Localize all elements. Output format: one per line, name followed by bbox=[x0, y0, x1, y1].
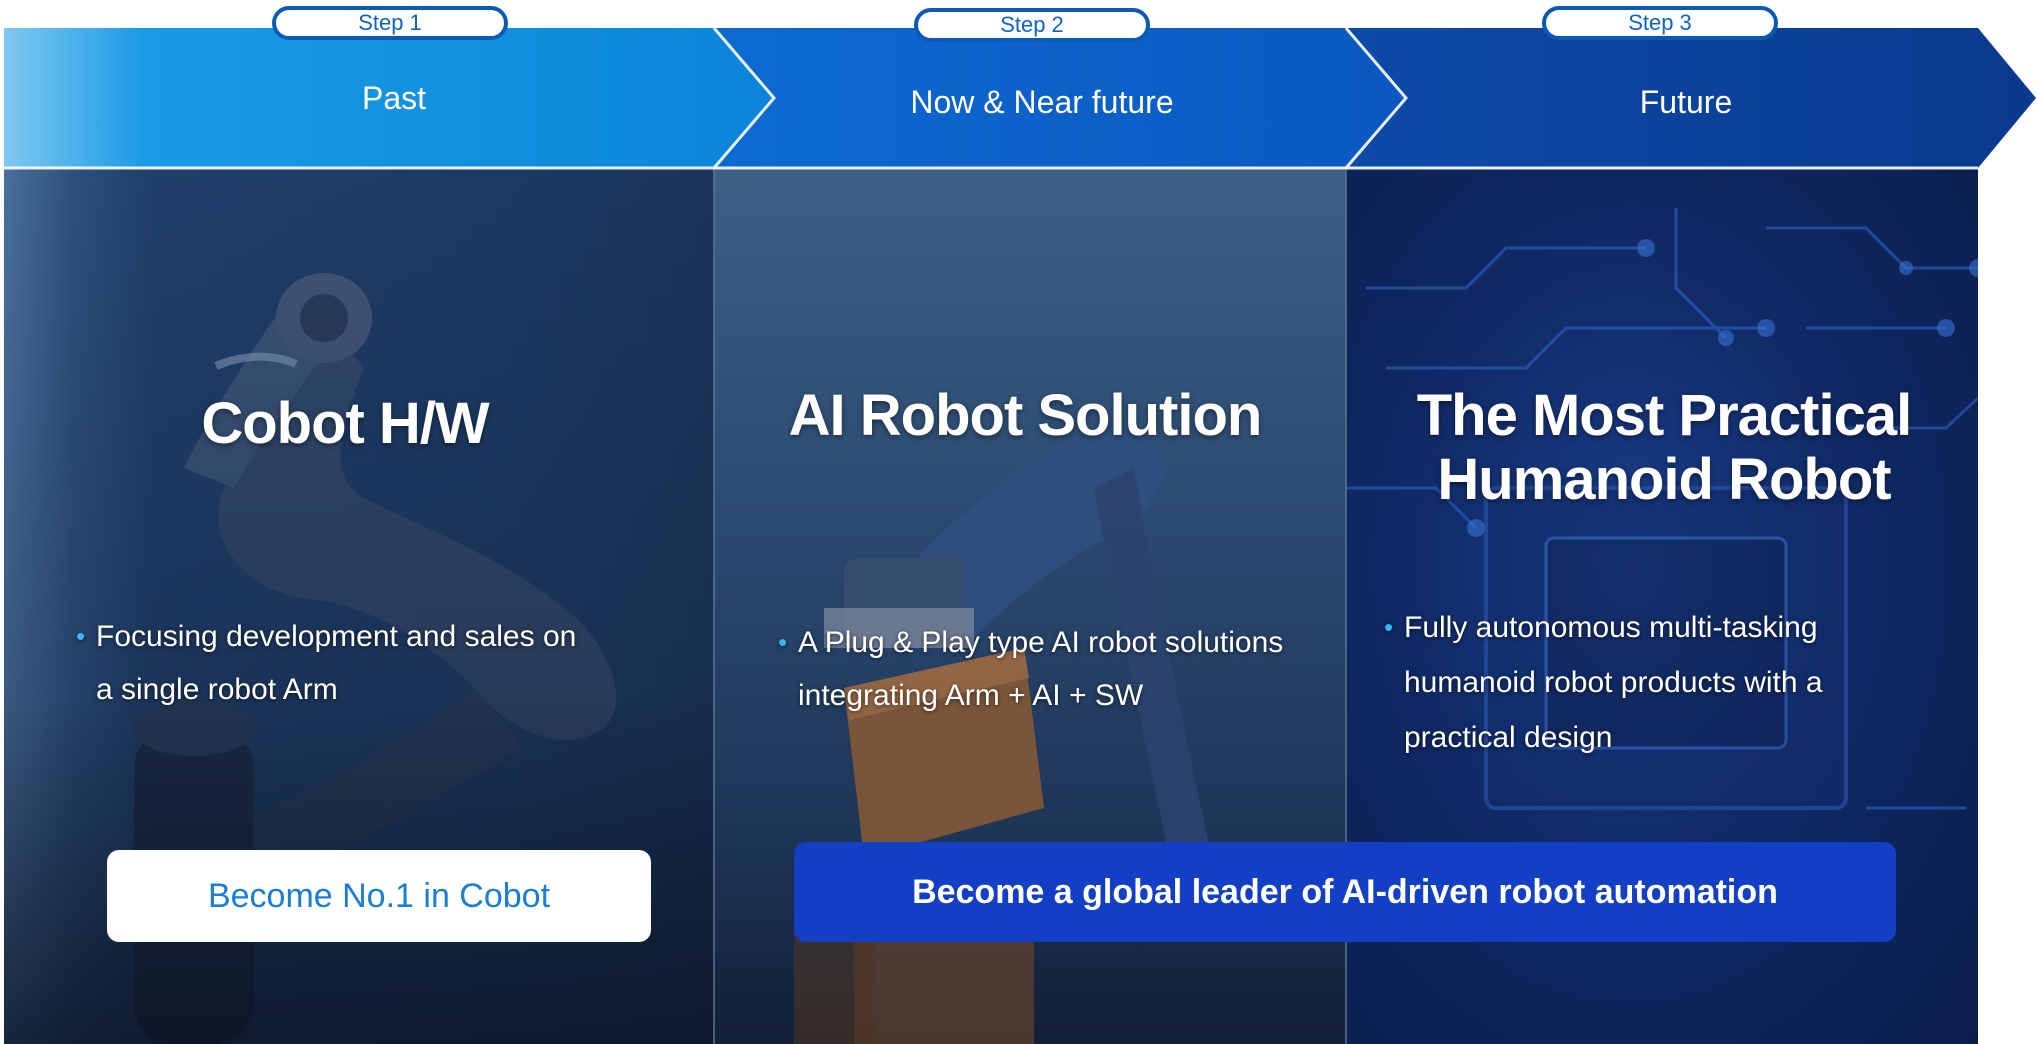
panel-1-bullet-line-1: Focusing development and sales on bbox=[96, 620, 577, 653]
step-3-period: Future bbox=[1639, 84, 1733, 120]
panel-1-bullet: • Focusing development and sales on a si… bbox=[76, 610, 676, 716]
panel-3-title-line-2: Humanoid Robot bbox=[1437, 447, 1891, 512]
panel-divider bbox=[713, 168, 715, 1044]
robotics-roadmap: Step 1 Step 2 Step 3 Past Now & Near fut… bbox=[0, 0, 2038, 1044]
panel-3-title-line-1: The Most Practical bbox=[1416, 383, 1912, 448]
panel-2-bullet-line-1: A Plug & Play type AI robot solutions bbox=[798, 626, 1284, 659]
goal-ai-automation-box: Become a global leader of AI-driven robo… bbox=[794, 842, 1896, 942]
bullet-dot-icon: • bbox=[76, 621, 86, 651]
panel-2-bullet: • A Plug & Play type AI robot solutions … bbox=[778, 616, 1338, 722]
step-1-period: Past bbox=[361, 80, 427, 116]
panel-3-bullet: • Fully autonomous multi-tasking humanoi… bbox=[1384, 600, 1944, 765]
panel-3-bullet-line-3: practical design bbox=[1404, 721, 1613, 754]
panel-2-bullet-line-2: integrating Arm + AI + SW bbox=[798, 679, 1144, 712]
panel-3-bullet-line-2: humanoid robot products with a bbox=[1404, 666, 1823, 699]
panel-3-title: The Most Practical Humanoid Robot bbox=[1384, 384, 1944, 512]
step-1-badge: Step 1 bbox=[272, 6, 508, 40]
panel-1-title: Cobot H/W bbox=[201, 391, 489, 456]
bullet-dot-icon: • bbox=[778, 627, 788, 657]
goal-cobot-box: Become No.1 in Cobot bbox=[107, 850, 651, 942]
bullet-dot-icon: • bbox=[1384, 612, 1394, 642]
panel-3-bullet-line-1: Fully autonomous multi-tasking bbox=[1404, 611, 1818, 644]
panel-1-bullet-line-2: a single robot Arm bbox=[96, 673, 338, 706]
step-2-period: Now & Near future bbox=[910, 84, 1174, 120]
step-2-badge: Step 2 bbox=[914, 8, 1150, 42]
panel-2-title: AI Robot Solution bbox=[788, 383, 1263, 448]
step-3-badge: Step 3 bbox=[1542, 6, 1778, 40]
